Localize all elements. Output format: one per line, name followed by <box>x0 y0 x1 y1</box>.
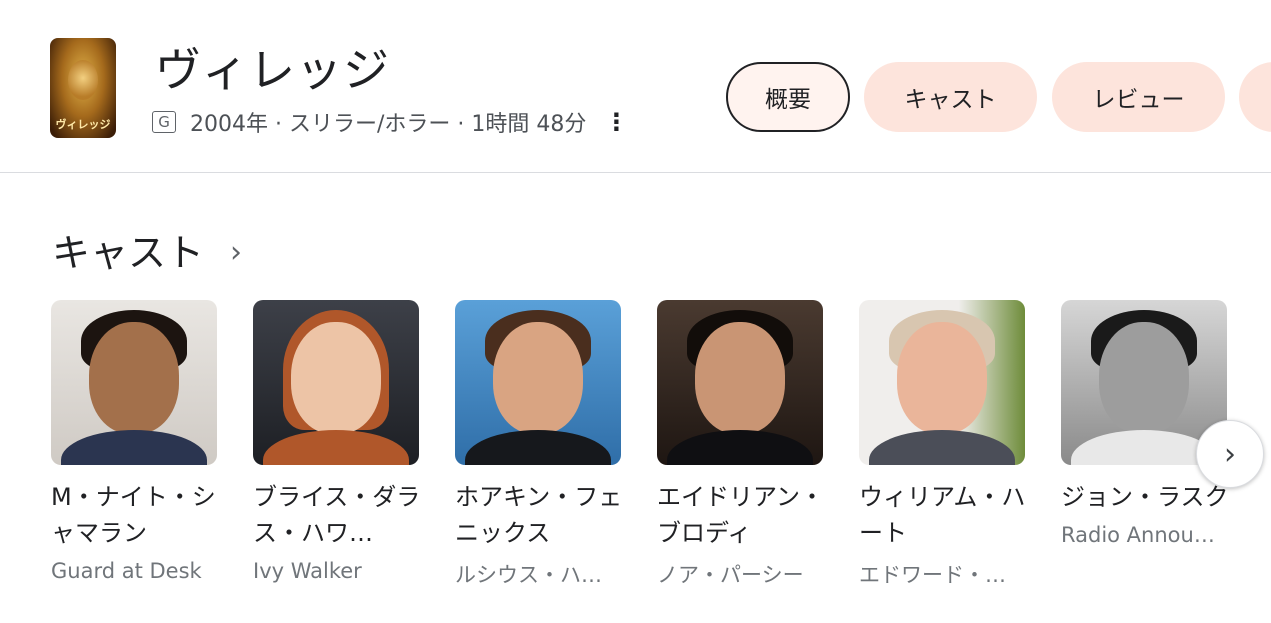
poster-art <box>68 60 98 100</box>
tab-cast[interactable]: キャスト <box>864 62 1037 132</box>
cast-card[interactable]: エイドリアン・ブロディ ノア・パーシー <box>657 300 825 589</box>
cast-photo <box>455 300 621 465</box>
next-cast-button[interactable]: › <box>1196 420 1264 488</box>
cast-name: ホアキン・フェニックス <box>455 483 623 547</box>
cast-card[interactable]: ウィリアム・ハート エドワード・… <box>859 300 1027 589</box>
movie-header: ヴィレッジ ヴィレッジ G 2004年 · スリラー/ホラー · 1時間 48分… <box>0 0 1271 173</box>
cast-photo <box>859 300 1025 465</box>
rating-badge: G <box>152 111 176 133</box>
tab-reviews[interactable]: レビュー <box>1052 62 1225 132</box>
chevron-right-icon: › <box>1224 436 1236 472</box>
cast-role: ルシウス・ハ… <box>455 563 602 587</box>
cast-photo <box>657 300 823 465</box>
cast-name: ウィリアム・ハート <box>859 483 1026 547</box>
cast-role: Guard at Desk <box>51 559 202 583</box>
tab-overview[interactable]: 概要 <box>726 62 850 132</box>
tab-more-partial[interactable] <box>1239 62 1271 132</box>
cast-name: M・ナイト・シャマラン <box>51 483 216 547</box>
cast-photo <box>51 300 217 465</box>
tab-label: キャスト <box>904 87 997 113</box>
cast-card[interactable]: M・ナイト・シャマラン Guard at Desk <box>51 300 219 583</box>
chevron-right-icon: › <box>230 235 243 270</box>
cast-section-title: キャスト <box>52 231 205 275</box>
cast-role: Ivy Walker <box>253 559 362 583</box>
cast-card[interactable]: ホアキン・フェニックス ルシウス・ハ… <box>455 300 623 589</box>
cast-role: ノア・パーシー <box>657 563 804 587</box>
cast-card[interactable]: ジョン・ラスク Radio Annou… <box>1061 300 1229 547</box>
cast-role: Radio Annou… <box>1061 523 1215 547</box>
tab-label: 概要 <box>765 87 811 113</box>
cast-card[interactable]: ブライス・ダラス・ハワ… Ivy Walker <box>253 300 421 583</box>
movie-title: ヴィレッジ <box>155 43 390 97</box>
cast-name: ジョン・ラスク <box>1061 483 1229 511</box>
movie-poster[interactable]: ヴィレッジ <box>50 38 116 138</box>
cast-name: エイドリアン・ブロディ <box>657 483 825 547</box>
movie-meta: G 2004年 · スリラー/ホラー · 1時間 48分 ⋮ <box>152 106 628 138</box>
cast-section-header[interactable]: キャスト › <box>52 222 242 277</box>
cast-name: ブライス・ダラス・ハワ… <box>253 483 421 547</box>
cast-photo <box>253 300 419 465</box>
tab-label: レビュー <box>1092 87 1185 113</box>
movie-meta-text: 2004年 · スリラー/ホラー · 1時間 48分 <box>190 112 587 137</box>
more-options-icon[interactable]: ⋮ <box>604 108 628 136</box>
cast-role: エドワード・… <box>859 563 1006 587</box>
poster-title-logo: ヴィレッジ <box>55 118 111 131</box>
